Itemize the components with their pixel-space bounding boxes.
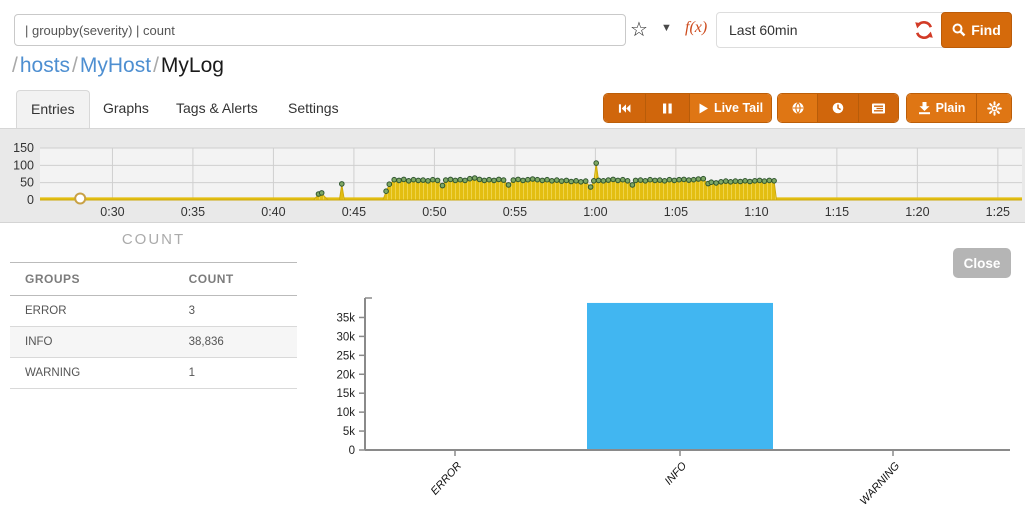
svg-text:WARNING: WARNING [858,460,903,508]
find-button-label: Find [971,22,1001,38]
clock-button[interactable] [818,94,859,122]
jump-to-start-button[interactable] [604,94,646,122]
svg-text:5k: 5k [343,426,355,438]
groups-count-table: GROUPS COUNT ERROR 3 INFO 38,836 WARNING 1 [10,262,297,389]
play-icon [699,103,708,113]
svg-text:15k: 15k [336,388,355,400]
svg-text:0:40: 0:40 [261,205,285,219]
playback-button-group: Live Tail [603,93,772,123]
refresh-arrows-icon [915,21,933,39]
svg-text:1:05: 1:05 [664,205,688,219]
svg-text:35k: 35k [336,312,355,324]
table-row[interactable]: ERROR 3 [10,295,297,327]
svg-text:0:45: 0:45 [342,205,366,219]
log-viewer-app: ☆ ▼ f(x) Find /hosts/MyHost/MyLog Entrie… [0,0,1025,517]
clock-icon [832,102,844,114]
svg-text:150: 150 [13,141,34,155]
view-button-group [777,93,899,123]
download-icon [918,102,930,115]
log-view-button[interactable] [859,94,898,122]
svg-text:0:55: 0:55 [503,205,527,219]
breadcrumb-myhost-link[interactable]: MyHost [80,54,151,77]
timeline-strip: 0 50 100 150 0:30 0:35 0:40 0:45 0:50 0:55 1:00 1:0… [0,128,1025,223]
table-row[interactable]: INFO 38,836 [10,326,297,358]
live-tail-label: Live Tail [713,101,764,115]
table-row[interactable]: WARNING 1 [10,357,297,389]
breadcrumb-separator: / [153,54,159,77]
table-header-row: GROUPS COUNT [10,262,297,296]
download-plain-button[interactable]: Plain [907,94,977,122]
function-fx-button[interactable]: f(x) [685,19,707,37]
svg-text:INFO: INFO [663,460,690,488]
tab-graphs[interactable]: Graphs [89,90,163,128]
column-header-count: COUNT [173,262,297,296]
log-list-icon [872,103,885,113]
globe-icon [792,102,803,114]
svg-text:0: 0 [27,193,34,207]
rewind-icon [618,103,631,113]
breadcrumb-separator: / [12,54,18,77]
close-button[interactable]: Close [953,248,1011,278]
svg-text:25k: 25k [336,350,355,362]
query-dropdown-caret-icon[interactable]: ▼ [661,22,672,34]
svg-text:0: 0 [349,445,355,457]
refresh-icon[interactable] [913,19,935,41]
breadcrumb-hosts-link[interactable]: hosts [20,54,70,77]
svg-text:30k: 30k [336,331,355,343]
results-title: COUNT [121,231,186,248]
favorite-star-icon[interactable]: ☆ [630,17,648,42]
column-header-groups: GROUPS [10,262,174,296]
svg-text:100: 100 [13,158,34,172]
group-cell[interactable]: ERROR [10,295,174,327]
count-cell: 38,836 [173,326,297,358]
svg-text:20k: 20k [336,369,355,381]
pause-icon [663,103,672,113]
group-cell[interactable]: WARNING [10,357,174,389]
svg-text:1:00: 1:00 [583,205,607,219]
magnifier-icon [952,23,966,37]
pause-button[interactable] [646,94,690,122]
query-input[interactable] [14,14,626,46]
settings-gear-button[interactable] [977,94,1011,122]
svg-text:1:10: 1:10 [744,205,768,219]
breadcrumb-separator: / [72,54,78,77]
timeline-chart[interactable]: 0 50 100 150 0:30 0:35 0:40 0:45 0:50 0:55 1:00 1:0… [0,129,1025,222]
group-cell[interactable]: INFO [10,326,174,358]
svg-text:10k: 10k [336,407,355,419]
count-cell: 3 [173,295,297,327]
svg-text:ERROR: ERROR [429,460,465,498]
svg-text:0:30: 0:30 [100,205,124,219]
breadcrumb-current-page: MyLog [160,54,224,77]
svg-text:50: 50 [20,176,34,190]
tab-settings[interactable]: Settings [274,90,353,128]
find-button[interactable]: Find [941,12,1012,48]
count-cell: 1 [173,357,297,389]
globe-button[interactable] [778,94,818,122]
svg-text:1:25: 1:25 [986,205,1010,219]
tab-entries[interactable]: Entries [16,90,90,128]
bar-chart-area: 0 5k 10k 15k 20k 25k 30k 35k ERROR INFO WARNING [320,288,1020,517]
svg-text:0:35: 0:35 [181,205,205,219]
export-button-group: Plain [906,93,1012,123]
breadcrumb: /hosts/MyHost/MyLog [10,54,224,78]
tab-tags-alerts[interactable]: Tags & Alerts [162,90,272,128]
live-tail-button[interactable]: Live Tail [690,94,771,122]
svg-text:1:20: 1:20 [905,205,929,219]
time-range-box: Find [716,12,1012,48]
gear-icon [986,100,1002,116]
plain-label: Plain [935,101,966,115]
svg-text:1:15: 1:15 [825,205,849,219]
time-range-input[interactable] [729,13,909,47]
severity-bar-chart[interactable]: 0 5k 10k 15k 20k 25k 30k 35k ERROR INFO WARNING [320,288,1020,512]
svg-text:0:50: 0:50 [422,205,446,219]
